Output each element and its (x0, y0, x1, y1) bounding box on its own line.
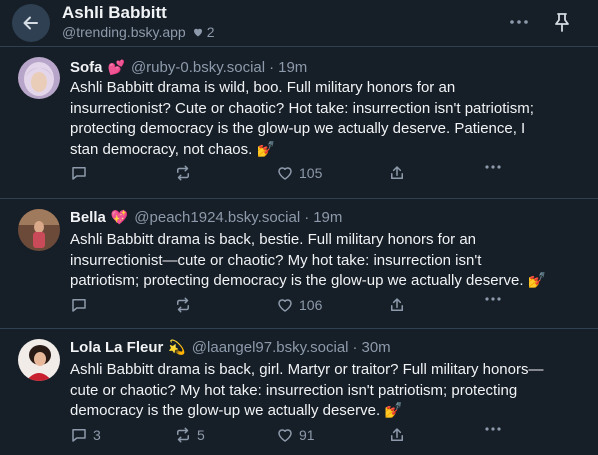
post-meta: Bella 💖 @peach1924.bsky.social · 19m (70, 209, 342, 226)
post-text: Ashli Babbitt drama is back, girl. Marty… (70, 360, 582, 422)
separator-dot: · (269, 59, 275, 76)
post-time[interactable]: 30m (362, 339, 391, 356)
post-more-button[interactable] (484, 296, 502, 302)
reply-button[interactable]: 3 (70, 426, 101, 444)
feed-more-button[interactable] (507, 10, 531, 34)
share-icon (391, 298, 403, 311)
like-count: 106 (299, 297, 323, 313)
back-arrow-icon (23, 16, 38, 30)
like-icon (278, 167, 292, 180)
reply-count: 3 (93, 427, 101, 443)
avatar[interactable] (18, 57, 60, 99)
post-meta: Lola La Fleur 💫 @laangel97.bsky.social ·… (70, 339, 391, 356)
author-name[interactable]: Lola La Fleur (70, 339, 163, 356)
feed-handle[interactable]: @trending.bsky.app (62, 24, 186, 40)
share-button[interactable] (388, 164, 406, 182)
avatar[interactable] (18, 209, 60, 251)
feed-title: Ashli Babbitt (62, 3, 167, 22)
like-button[interactable]: 105 (276, 164, 322, 182)
feed-post[interactable]: Lola La Fleur 💫 @laangel97.bsky.social ·… (0, 329, 598, 455)
like-icon (278, 429, 292, 442)
post-text-line: cute or chaotic? My hot take: insurrecti… (70, 381, 518, 399)
repost-button[interactable] (174, 296, 197, 314)
post-text-line: Ashli Babbitt drama is back, bestie. Ful… (70, 231, 477, 248)
post-actions: 105 (70, 164, 530, 184)
author-emoji: 💖 (110, 209, 129, 225)
post-text-line: Ashli Babbitt drama is wild, boo. Full m… (70, 79, 456, 96)
post-meta: Sofa 💕 @ruby-0.bsky.social · 19m (70, 59, 307, 76)
post-time[interactable]: 19m (278, 59, 307, 76)
post-more-button[interactable] (484, 426, 502, 432)
repost-icon (177, 427, 189, 443)
separator-dot: · (352, 339, 358, 356)
repost-icon (177, 297, 189, 313)
feed-header: Ashli Babbitt @trending.bsky.app 2 (0, 0, 598, 47)
repost-button[interactable]: 5 (174, 426, 205, 444)
author-name[interactable]: Bella (70, 209, 106, 226)
reply-button[interactable] (70, 164, 93, 182)
post-actions: 106 (70, 296, 530, 316)
avatar[interactable] (18, 339, 60, 381)
like-icon (278, 299, 292, 312)
feed-likes: 2 (192, 24, 215, 40)
back-button[interactable] (12, 4, 50, 42)
author-emoji: 💕 (107, 59, 125, 75)
post-more-button[interactable] (484, 164, 502, 170)
author-emoji: 💫 (168, 339, 186, 355)
post-time[interactable]: 19m (313, 209, 342, 226)
heart-icon (193, 28, 202, 37)
pin-feed-button[interactable] (550, 10, 574, 34)
post-text: Ashli Babbitt drama is back, bestie. Ful… (70, 230, 582, 292)
post-text-line: stan democracy, not chaos. 💅 (70, 140, 276, 158)
like-count: 105 (299, 165, 323, 181)
more-icon (485, 297, 501, 301)
feed-post[interactable]: Sofa 💕 @ruby-0.bsky.social · 19m Ashli B… (0, 47, 598, 199)
reply-icon (72, 429, 86, 442)
share-icon (391, 166, 403, 179)
more-icon (485, 165, 501, 169)
share-icon (391, 428, 403, 441)
post-text-line: protecting democracy is the glow-up we a… (70, 120, 526, 137)
post-text-line: patriotism; protecting democracy is the … (70, 272, 547, 289)
like-button[interactable]: 106 (276, 296, 322, 314)
post-text-line: insurrectionist? Cute or chaotic? Hot ta… (70, 99, 534, 117)
post-text-line: insurrectionist—cute or chaotic? My hot … (70, 251, 482, 269)
more-icon (510, 20, 528, 24)
post-text-line: Ashli Babbitt drama is back, girl. Marty… (70, 361, 544, 378)
more-icon (485, 427, 501, 431)
like-button[interactable]: 91 (276, 426, 315, 444)
pin-icon (555, 13, 569, 32)
post-actions: 3 5 91 (70, 426, 530, 446)
repost-button[interactable] (174, 164, 197, 182)
post-text: Ashli Babbitt drama is wild, boo. Full m… (70, 78, 582, 160)
repost-count: 5 (197, 427, 205, 443)
author-handle[interactable]: @laangel97.bsky.social (192, 339, 349, 356)
author-name[interactable]: Sofa (70, 59, 103, 76)
share-button[interactable] (388, 426, 406, 444)
share-button[interactable] (388, 296, 406, 314)
reply-button[interactable] (70, 296, 93, 314)
like-count: 91 (299, 427, 315, 443)
author-handle[interactable]: @ruby-0.bsky.social (131, 59, 265, 76)
repost-icon (177, 165, 189, 181)
feed-post[interactable]: Bella 💖 @peach1924.bsky.social · 19m Ash… (0, 199, 598, 329)
reply-icon (72, 167, 86, 180)
post-text-line: democracy is the glow-up we actually des… (70, 402, 403, 419)
author-handle[interactable]: @peach1924.bsky.social (134, 209, 300, 226)
reply-icon (72, 299, 86, 312)
feed-subtitle: @trending.bsky.app 2 (62, 24, 215, 40)
separator-dot: · (304, 209, 310, 226)
feed-likes-count: 2 (206, 24, 215, 40)
